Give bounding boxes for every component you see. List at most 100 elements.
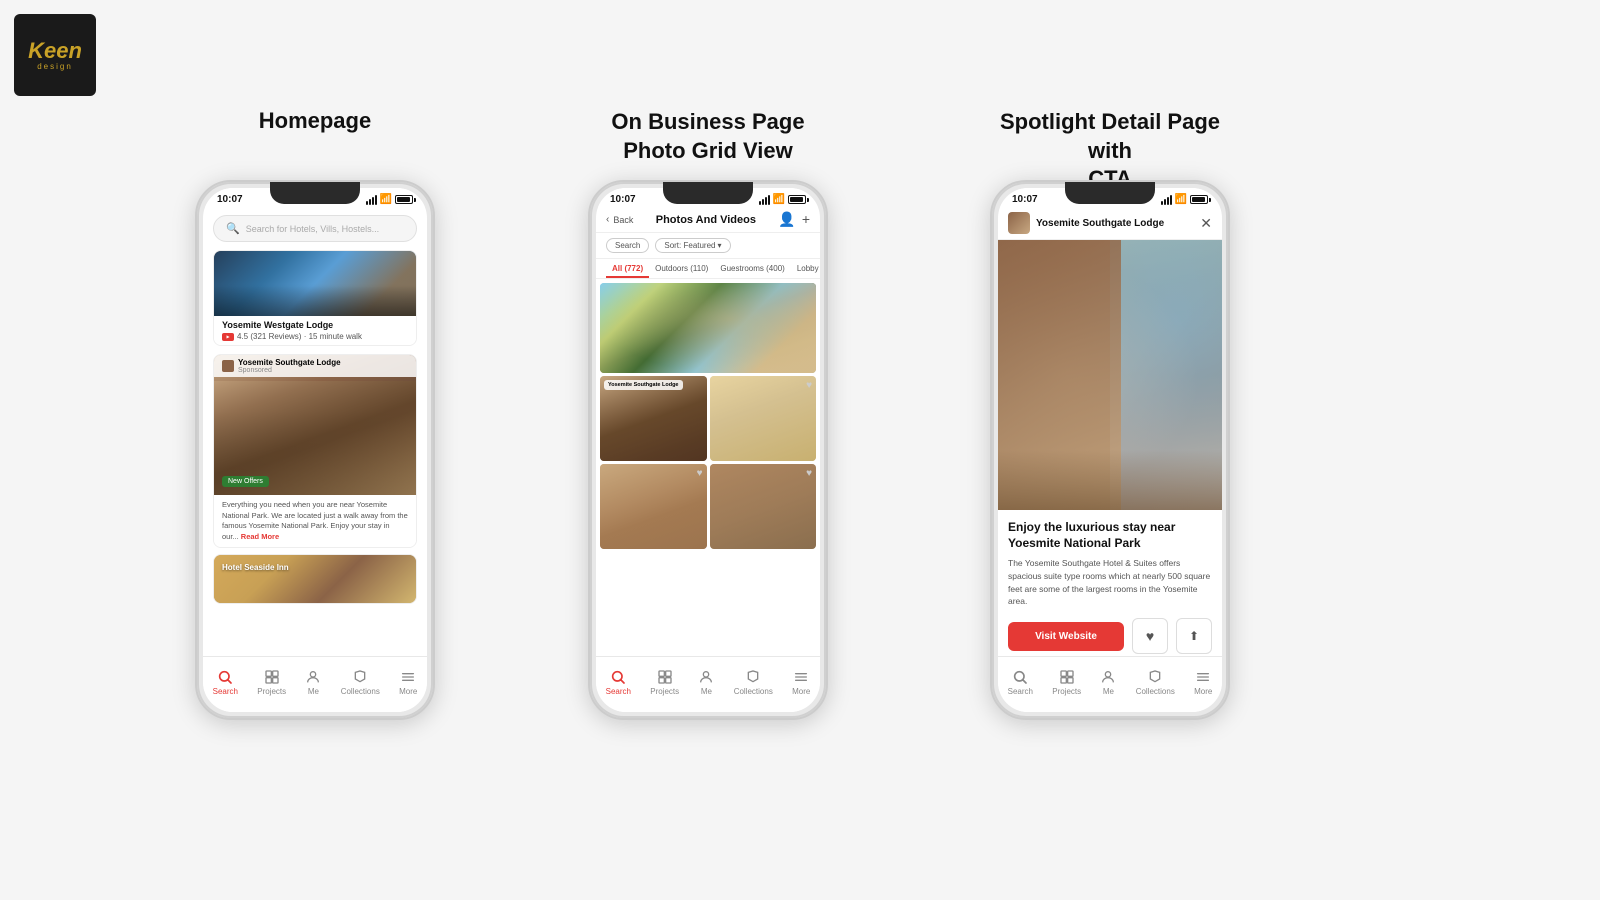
sort-btn[interactable]: Sort: Featured ▾ <box>655 238 730 253</box>
business-page-title: On Business Page Photo Grid View <box>588 108 828 165</box>
bottom-nav-2: Search Projects Me Collections More <box>596 656 820 712</box>
detail-desc: The Yosemite Southgate Hotel & Suites of… <box>1008 557 1212 608</box>
search-filter-btn[interactable]: Search <box>606 238 649 253</box>
detail-hero-image <box>998 240 1222 510</box>
signal-icon-1 <box>366 195 377 205</box>
logo-text: Keen <box>28 40 82 62</box>
photo-grid-item-3[interactable]: ♥ <box>600 464 707 549</box>
grid-header: ‹ Back Photos And Videos 👤 + <box>596 207 820 233</box>
hotel-desc: Everything you need when you are near Yo… <box>214 495 416 547</box>
sponsored-text: Sponsored <box>238 367 341 374</box>
grid-actions[interactable]: 👤 + <box>778 211 810 228</box>
bottom-nav-1: Search Projects Me Collections More <box>203 656 427 712</box>
photo-grid-item-2[interactable]: ♥ <box>710 376 817 461</box>
photo-full[interactable] <box>600 283 816 373</box>
status-icons-2: 📶 <box>759 194 806 205</box>
nav-me-1[interactable]: Me <box>305 669 321 696</box>
sponsored-badge: Yosemite Southgate Lodge Sponsored <box>214 355 416 377</box>
nav-more-3[interactable]: More <box>1194 669 1212 696</box>
wifi-icon-3: 📶 <box>1175 194 1187 205</box>
back-btn[interactable]: Back <box>613 215 633 225</box>
grid-header-left: ‹ Back <box>606 214 633 225</box>
nav-projects-2[interactable]: Projects <box>650 669 679 696</box>
phone-screen-2: 10:07 📶 ‹ Back Photos And Videos 👤 + <box>596 188 820 712</box>
detail-hotel-logo <box>1008 212 1030 234</box>
grid-title: Photos And Videos <box>656 214 756 226</box>
photo-grid: Yosemite Southgate Lodge ♥ ♥ ♥ <box>596 279 820 553</box>
share-action[interactable]: 👤 <box>778 211 795 228</box>
wifi-icon-2: 📶 <box>773 194 785 205</box>
nav-collections-2[interactable]: Collections <box>734 669 773 696</box>
tab-all[interactable]: All (772) <box>606 259 649 278</box>
search-bar[interactable]: 🔍 Search for Hotels, Vills, Hostels... <box>213 215 417 242</box>
nav-search-2[interactable]: Search <box>606 669 631 696</box>
status-icons-3: 📶 <box>1161 194 1208 205</box>
tab-outdoors[interactable]: Outdoors (110) <box>649 259 714 278</box>
nav-me-2[interactable]: Me <box>698 669 714 696</box>
hotel-name-seaside: Hotel Seaside Inn <box>222 563 289 572</box>
favorite-button[interactable]: ♥ <box>1132 618 1168 654</box>
phone-spotlight: 10:07 📶 Yosemite Southgate Lodge ✕ <box>990 180 1230 720</box>
battery-icon-3 <box>1190 195 1208 204</box>
nav-search-3[interactable]: Search <box>1008 669 1033 696</box>
detail-hotel-info: Yosemite Southgate Lodge <box>1008 212 1164 234</box>
phone-business: 10:07 📶 ‹ Back Photos And Videos 👤 + <box>588 180 828 720</box>
youtube-icon <box>222 333 234 341</box>
hotel-img-southgate: Yosemite Southgate Lodge Sponsored New O… <box>214 355 416 495</box>
signal-icon-3 <box>1161 195 1172 205</box>
nav-projects-1[interactable]: Projects <box>257 669 286 696</box>
photo-heart-icon-1[interactable]: ♥ <box>806 380 812 391</box>
nav-projects-3[interactable]: Projects <box>1052 669 1081 696</box>
wifi-icon-1: 📶 <box>380 194 392 205</box>
photo-heart-icon-3[interactable]: ♥ <box>806 468 812 479</box>
new-offers-badge: New Offers <box>222 476 269 487</box>
nav-more-1[interactable]: More <box>399 669 417 696</box>
photo-grid-item-1[interactable]: Yosemite Southgate Lodge <box>600 376 707 461</box>
visit-website-button[interactable]: Visit Website <box>1008 622 1124 651</box>
detail-title: Enjoy the luxurious stay near Yoesmite N… <box>1008 520 1212 551</box>
photo-tabs: All (772) Outdoors (110) Guestrooms (400… <box>596 259 820 279</box>
phone-notch-2 <box>663 182 753 204</box>
hotel-card-seaside[interactable]: Hotel Seaside Inn <box>213 554 417 604</box>
detail-cta-row: Visit Website ♥ ⬆ <box>1008 618 1212 654</box>
detail-hotel-name: Yosemite Southgate Lodge <box>1036 218 1164 229</box>
time-1: 10:07 <box>217 194 243 205</box>
battery-icon-1 <box>395 195 413 204</box>
hotel-card-westgate[interactable]: Yosemite Westgate Lodge 4.5 (321 Reviews… <box>213 250 417 346</box>
time-2: 10:07 <box>610 194 636 205</box>
nav-me-3[interactable]: Me <box>1100 669 1116 696</box>
add-action[interactable]: + <box>802 211 810 228</box>
bottom-nav-3: Search Projects Me Collections More <box>998 656 1222 712</box>
nav-search-1[interactable]: Search <box>213 669 238 696</box>
hotel-img-westgate <box>214 251 416 316</box>
logo-subtext: design <box>28 62 82 71</box>
status-icons-1: 📶 <box>366 194 413 205</box>
search-placeholder: Search for Hotels, Vills, Hostels... <box>246 224 379 234</box>
homepage-title: Homepage <box>195 108 435 134</box>
read-more-link[interactable]: Read More <box>241 532 279 541</box>
phone-screen-3: 10:07 📶 Yosemite Southgate Lodge ✕ <box>998 188 1222 712</box>
phone-screen-1: 10:07 📶 🔍 Search for Hotels, Vills, Host… <box>203 188 427 712</box>
close-button[interactable]: ✕ <box>1200 215 1212 232</box>
hotel-card-info-westgate: Yosemite Westgate Lodge 4.5 (321 Reviews… <box>214 316 416 345</box>
time-3: 10:07 <box>1012 194 1038 205</box>
phone-notch-3 <box>1065 182 1155 204</box>
tab-guestrooms[interactable]: Guestrooms (400) <box>714 259 790 278</box>
nav-more-2[interactable]: More <box>792 669 810 696</box>
photo-grid-item-4[interactable]: ♥ <box>710 464 817 549</box>
grid-filters: Search Sort: Featured ▾ <box>596 233 820 259</box>
nav-collections-3[interactable]: Collections <box>1136 669 1175 696</box>
sponsored-logo <box>222 360 234 372</box>
signal-icon-2 <box>759 195 770 205</box>
battery-icon-2 <box>788 195 806 204</box>
photo-heart-icon-2[interactable]: ♥ <box>697 468 703 479</box>
tab-lobby[interactable]: Lobby ( <box>791 259 820 278</box>
hotel-rating-westgate: 4.5 (321 Reviews) · 15 minute walk <box>222 332 408 341</box>
search-icon: 🔍 <box>226 222 240 235</box>
share-button[interactable]: ⬆ <box>1176 618 1212 654</box>
nav-collections-1[interactable]: Collections <box>341 669 380 696</box>
hotel-card-southgate[interactable]: Yosemite Southgate Lodge Sponsored New O… <box>213 354 417 548</box>
phone-homepage: 10:07 📶 🔍 Search for Hotels, Vills, Host… <box>195 180 435 720</box>
hotel-name-westgate: Yosemite Westgate Lodge <box>222 320 408 330</box>
detail-header: Yosemite Southgate Lodge ✕ <box>998 207 1222 240</box>
